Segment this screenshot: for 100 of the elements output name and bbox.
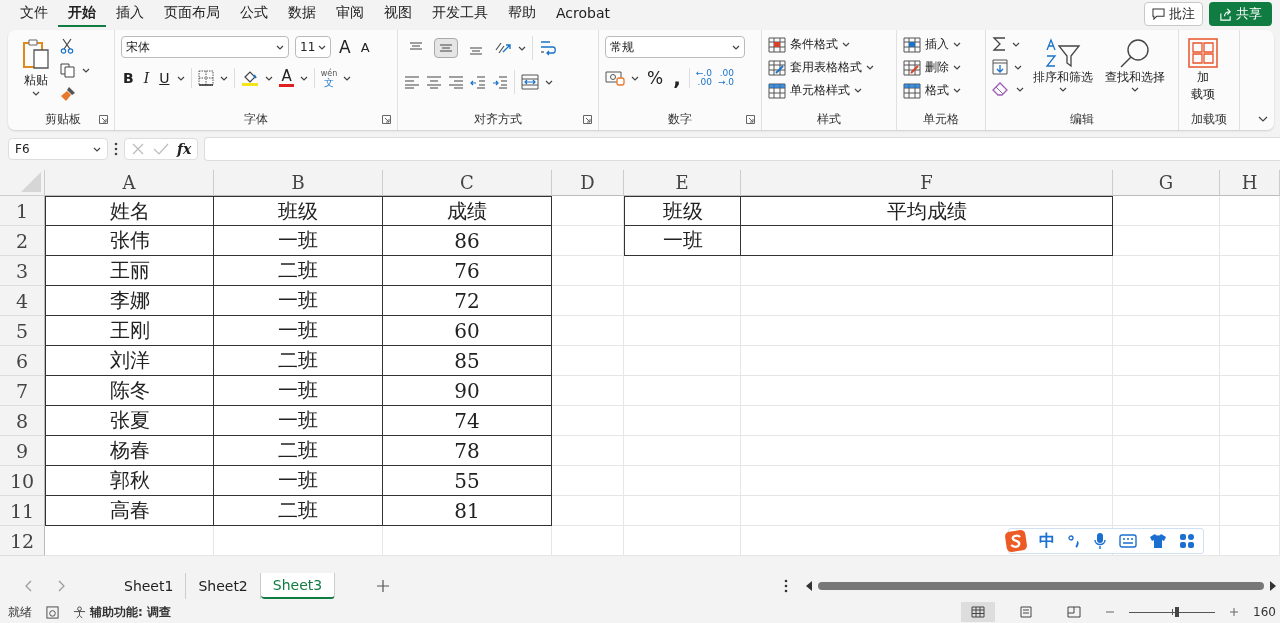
row-header[interactable]: 8 — [0, 406, 45, 436]
font-name-dropdown[interactable]: 宋体 — [121, 36, 289, 58]
decrease-font-size-button[interactable]: A — [358, 39, 372, 55]
number-format-dropdown[interactable]: 常规 — [605, 36, 745, 58]
zoom-in-icon[interactable] — [1229, 607, 1240, 617]
punctuation-icon[interactable] — [1067, 534, 1081, 548]
add-ins-button[interactable]: 加 载项 — [1185, 36, 1221, 104]
dialog-launcher-icon[interactable] — [99, 115, 108, 124]
accessibility-status[interactable]: 辅助功能: 调查 — [90, 603, 171, 621]
copy-icon[interactable] — [60, 62, 76, 78]
bold-button[interactable]: B — [121, 70, 136, 86]
ribbon-button[interactable]: 删除 — [903, 59, 961, 76]
column-header[interactable]: A — [45, 170, 214, 196]
sheet-tab[interactable]: Sheet2 — [186, 573, 261, 599]
paste-button[interactable]: 粘贴 — [18, 36, 54, 98]
menu-tab[interactable]: 文件 — [10, 1, 58, 27]
column-header[interactable]: H — [1220, 170, 1280, 196]
fill-down-icon[interactable] — [992, 59, 1008, 75]
ribbon-button[interactable]: 单元格样式 — [768, 82, 874, 99]
vertical-align-button[interactable] — [434, 38, 458, 58]
empty-cell[interactable] — [741, 226, 1113, 256]
dialog-launcher-icon[interactable] — [746, 115, 755, 124]
ime-logo-icon[interactable] — [1005, 530, 1027, 552]
eraser-icon[interactable] — [992, 82, 1010, 96]
row-header[interactable]: 4 — [0, 286, 45, 316]
borders-icon[interactable] — [198, 70, 215, 86]
indent-icon[interactable] — [492, 75, 508, 89]
menu-tab[interactable]: 视图 — [374, 1, 422, 27]
sheet-tab[interactable]: Sheet1 — [112, 573, 187, 599]
row-header[interactable]: 7 — [0, 376, 45, 406]
ribbon-button[interactable]: 插入 — [903, 36, 961, 53]
row-header[interactable]: 12 — [0, 526, 45, 556]
keyboard-icon[interactable] — [1119, 534, 1137, 548]
row-header[interactable]: 10 — [0, 466, 45, 496]
menu-tab[interactable]: 开始 — [58, 1, 106, 27]
align-center-icon[interactable] — [426, 75, 442, 89]
scroll-left-icon[interactable] — [806, 581, 812, 591]
sheet-tab[interactable]: Sheet3 — [260, 573, 336, 599]
increase-font-size-button[interactable]: A — [337, 37, 353, 57]
merge-center-icon[interactable] — [521, 74, 539, 90]
menu-tab[interactable]: 开发工具 — [422, 1, 498, 27]
dialog-launcher-icon[interactable] — [583, 115, 592, 124]
column-header[interactable]: B — [214, 170, 383, 196]
menu-tab[interactable]: 插入 — [106, 1, 154, 27]
align-left-icon[interactable] — [404, 75, 420, 89]
row-header[interactable]: 3 — [0, 256, 45, 286]
column-header[interactable]: C — [383, 170, 552, 196]
underline-button[interactable]: U — [157, 70, 172, 86]
zoom-slider-thumb[interactable] — [1175, 607, 1180, 617]
ribbon-button[interactable]: 格式 — [903, 82, 961, 99]
column-header[interactable]: F — [741, 170, 1113, 196]
select-all-icon[interactable] — [21, 172, 41, 192]
more-options-icon[interactable] — [784, 579, 788, 593]
normal-view-button[interactable] — [961, 602, 996, 622]
menu-tab[interactable]: 审阅 — [326, 1, 374, 27]
zoom-level[interactable]: 160 — [1253, 605, 1276, 619]
add-sheet-icon[interactable] — [377, 580, 390, 592]
grid-icon[interactable] — [1179, 533, 1195, 549]
increase-decimal-button[interactable]: ←.0 .00 — [695, 69, 712, 87]
scroll-right-icon[interactable] — [1270, 581, 1276, 591]
chevron-right-icon[interactable] — [58, 580, 66, 592]
menu-tab[interactable]: 数据 — [278, 1, 326, 27]
column-header[interactable]: G — [1113, 170, 1220, 196]
decrease-decimal-button[interactable]: .00 →.0 — [717, 69, 735, 87]
ribbon-button[interactable]: 套用表格格式 — [768, 59, 874, 76]
align-right-icon[interactable] — [448, 75, 464, 89]
font-color-button[interactable]: A — [279, 69, 294, 87]
more-options-icon[interactable] — [114, 142, 118, 156]
row-header[interactable]: 6 — [0, 346, 45, 376]
dialog-launcher-icon[interactable] — [382, 115, 391, 124]
find-select-button[interactable]: 查找和选择 — [1102, 36, 1168, 94]
chevron-left-icon[interactable] — [24, 580, 32, 592]
row-header[interactable]: 11 — [0, 496, 45, 526]
row-header[interactable]: 1 — [0, 196, 45, 226]
share-button[interactable]: 共享 — [1209, 2, 1272, 26]
menu-tab[interactable]: 帮助 — [498, 1, 546, 27]
row-header[interactable]: 2 — [0, 226, 45, 256]
phonetic-guide-button[interactable]: wén 文 — [320, 69, 338, 87]
font-size-dropdown[interactable]: 11 — [295, 36, 331, 58]
italic-button[interactable]: I — [141, 70, 152, 86]
insert-function-button[interactable]: fx — [177, 141, 192, 157]
macro-record-icon[interactable] — [46, 605, 59, 619]
menu-tab[interactable]: 公式 — [230, 1, 278, 27]
accounting-format-icon[interactable] — [605, 70, 625, 86]
chevron-down-icon[interactable] — [1258, 116, 1268, 122]
outdent-icon[interactable] — [470, 75, 486, 89]
name-box[interactable]: F6 — [8, 138, 108, 160]
sum-icon[interactable] — [992, 36, 1006, 52]
zoom-slider[interactable] — [1129, 607, 1216, 617]
comment-button[interactable]: 批注 — [1144, 2, 1203, 26]
row-header[interactable]: 9 — [0, 436, 45, 466]
microphone-icon[interactable] — [1093, 532, 1107, 550]
sort-filter-button[interactable]: 排序和筛选 — [1030, 36, 1096, 94]
close-icon[interactable] — [131, 142, 145, 156]
scrollbar-thumb[interactable] — [818, 582, 1264, 590]
check-icon[interactable] — [153, 142, 169, 156]
text-orientation-icon[interactable] — [494, 40, 512, 56]
column-header[interactable]: E — [624, 170, 741, 196]
formula-input[interactable] — [204, 137, 1280, 161]
fill-color-icon[interactable] — [241, 69, 260, 87]
